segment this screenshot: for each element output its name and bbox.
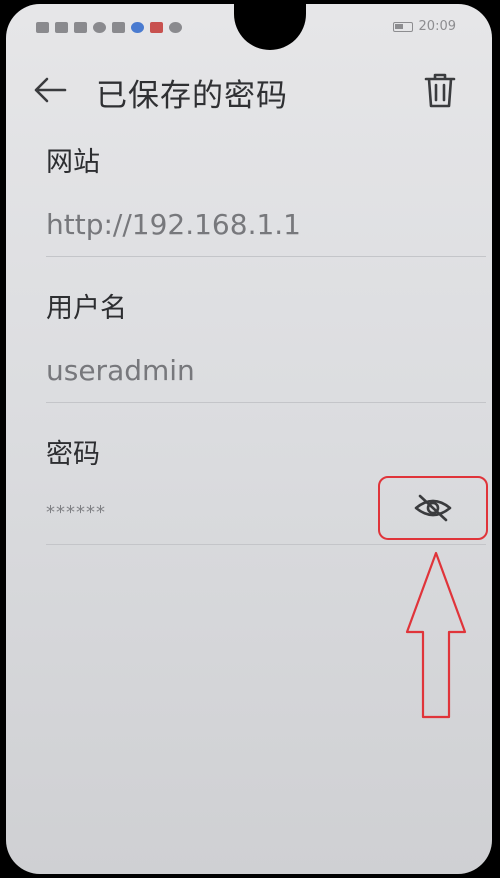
username-label: 用户名 — [46, 293, 127, 324]
back-button[interactable] — [28, 68, 72, 112]
notification-icon — [36, 22, 49, 33]
eye-off-icon — [414, 494, 452, 522]
status-bar: 20:09 — [6, 4, 492, 44]
site-label: 网站 — [46, 147, 100, 178]
wifi-icon — [93, 22, 106, 33]
status-icons — [36, 22, 182, 33]
password-value[interactable]: ****** — [46, 502, 106, 523]
app-icon — [112, 22, 125, 33]
app-bar: 已保存的密码 — [6, 54, 492, 126]
arrow-left-icon — [34, 77, 67, 103]
site-divider — [46, 256, 486, 257]
trash-icon — [424, 73, 456, 108]
cloud-icon — [169, 22, 182, 33]
page-title: 已保存的密码 — [96, 78, 288, 114]
site-value[interactable]: http://192.168.1.1 — [46, 208, 301, 241]
password-label: 密码 — [46, 439, 100, 470]
status-right: 20:09 — [392, 19, 456, 34]
app-icon — [150, 22, 163, 33]
phone-screen: 20:09 已保存的密码 网站 http://192.168.1.1 用户名 u… — [6, 4, 492, 874]
username-value[interactable]: useradmin — [46, 354, 195, 387]
battery-icon — [392, 21, 413, 32]
password-visibility-toggle[interactable] — [378, 476, 488, 540]
username-divider — [46, 402, 486, 403]
status-time: 20:09 — [418, 19, 456, 34]
signal-icon — [55, 22, 68, 33]
app-icon — [131, 22, 144, 33]
delete-button[interactable] — [418, 66, 462, 114]
up-arrow-annotation — [405, 551, 467, 719]
password-divider — [46, 544, 486, 545]
signal-icon — [74, 22, 87, 33]
